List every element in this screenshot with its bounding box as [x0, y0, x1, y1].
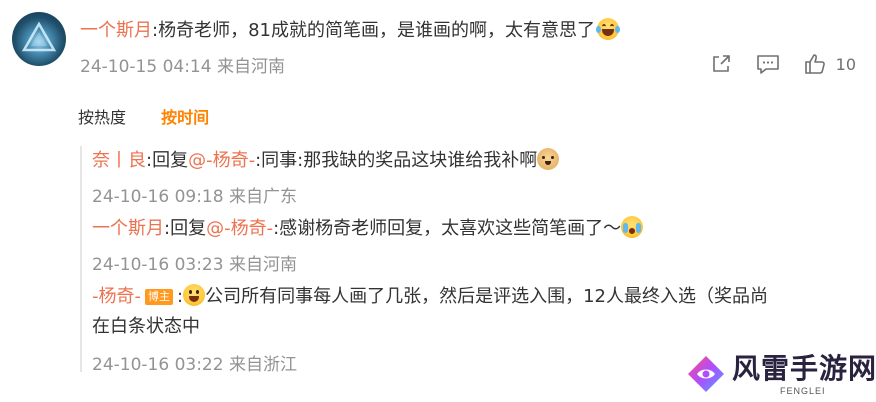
reply-item: 奈丨良:回复@-杨奇-:同事:那我缺的奖品这块谁给我补啊 — [92, 146, 560, 176]
reply-prefix: :回复 — [146, 150, 189, 171]
reply-item: -杨奇- 博主: 公司所有同事每人画了几张，然后是评选入围，12人最终入选（奖品尚 — [92, 282, 768, 312]
comment-time: 24-10-15 04:14 — [80, 57, 212, 77]
reply-list: 奈丨良:回复@-杨奇-:同事:那我缺的奖品这块谁给我补啊 24-10-16 09… — [80, 146, 840, 375]
reply-location: 来自河南 — [228, 255, 297, 275]
site-watermark: 风雷手游网 FENGLEI — [684, 352, 876, 398]
tab-sort-time[interactable]: 按时间 — [161, 108, 209, 127]
reply-meta: 24-10-16 09:18 来自广东 — [92, 182, 297, 207]
surprised-emoji-icon — [183, 284, 206, 306]
reply-time: 24-10-16 03:22 — [92, 355, 224, 375]
blogger-badge: 博主 — [145, 289, 173, 305]
tab-sort-hot[interactable]: 按热度 — [78, 108, 126, 127]
comment-icon — [756, 55, 779, 74]
reply-author[interactable]: 一个斯月 — [92, 218, 164, 239]
comment-button[interactable] — [756, 53, 780, 75]
grin-sweat-emoji-icon — [595, 18, 620, 40]
sort-tabs: 按热度 按时间 — [78, 104, 239, 128]
like-count: 10 — [835, 54, 856, 74]
comment-location: 来自河南 — [216, 57, 285, 77]
reply-location: 来自浙江 — [228, 355, 297, 375]
watermark-sub: FENGLEI — [780, 386, 826, 396]
reply-author[interactable]: 奈丨良 — [92, 150, 146, 171]
thumbs-up-icon — [804, 54, 825, 74]
reply-item: 一个斯月:回复@-杨奇-:感谢杨奇老师回复，太喜欢这些简笔画了～ — [92, 214, 644, 244]
reply-author[interactable]: -杨奇- — [92, 286, 141, 307]
reply-text-line2: 在白条状态中 — [92, 316, 200, 337]
reply-time: 24-10-16 09:18 — [92, 187, 224, 207]
reply-prefix: :回复 — [164, 218, 207, 239]
reply-mention[interactable]: @-杨奇- — [206, 218, 273, 239]
reply-text: :感谢杨奇老师回复，太喜欢这些简笔画了～ — [273, 218, 622, 239]
like-button[interactable]: 10 — [804, 53, 856, 75]
comment-actions: 10 — [686, 50, 856, 78]
reply-location: 来自广东 — [228, 187, 297, 207]
comment-body: 一个斯月:杨奇老师，81成就的简笔画，是谁画的啊，太有意思了 — [80, 18, 620, 44]
avatar[interactable] — [12, 12, 66, 66]
reply-mention[interactable]: @-杨奇- — [188, 150, 255, 171]
comment-meta: 24-10-15 04:14 来自河南 — [80, 52, 285, 77]
share-icon — [712, 55, 730, 72]
reply-text-continued: 在白条状态中 — [92, 312, 200, 342]
dog-emoji-icon — [537, 148, 560, 170]
crying-emoji-icon — [621, 216, 644, 238]
avatar-triangle-icon — [21, 21, 57, 52]
reply-time: 24-10-16 03:23 — [92, 255, 224, 275]
fenglei-logo-icon — [688, 356, 724, 392]
reply-meta: 24-10-16 03:22 来自浙江 — [92, 350, 297, 375]
share-button[interactable] — [710, 53, 732, 75]
watermark-name: 风雷手游网 — [732, 352, 876, 385]
comment-text: :杨奇老师，81成就的简笔画，是谁画的啊，太有意思了 — [152, 20, 595, 41]
reply-text: 公司所有同事每人画了几张，然后是评选入围，12人最终入选（奖品尚 — [205, 286, 768, 307]
reply-text: :同事:那我缺的奖品这块谁给我补啊 — [255, 150, 538, 171]
reply-meta: 24-10-16 03:23 来自河南 — [92, 250, 297, 275]
comment-author[interactable]: 一个斯月 — [80, 20, 152, 41]
